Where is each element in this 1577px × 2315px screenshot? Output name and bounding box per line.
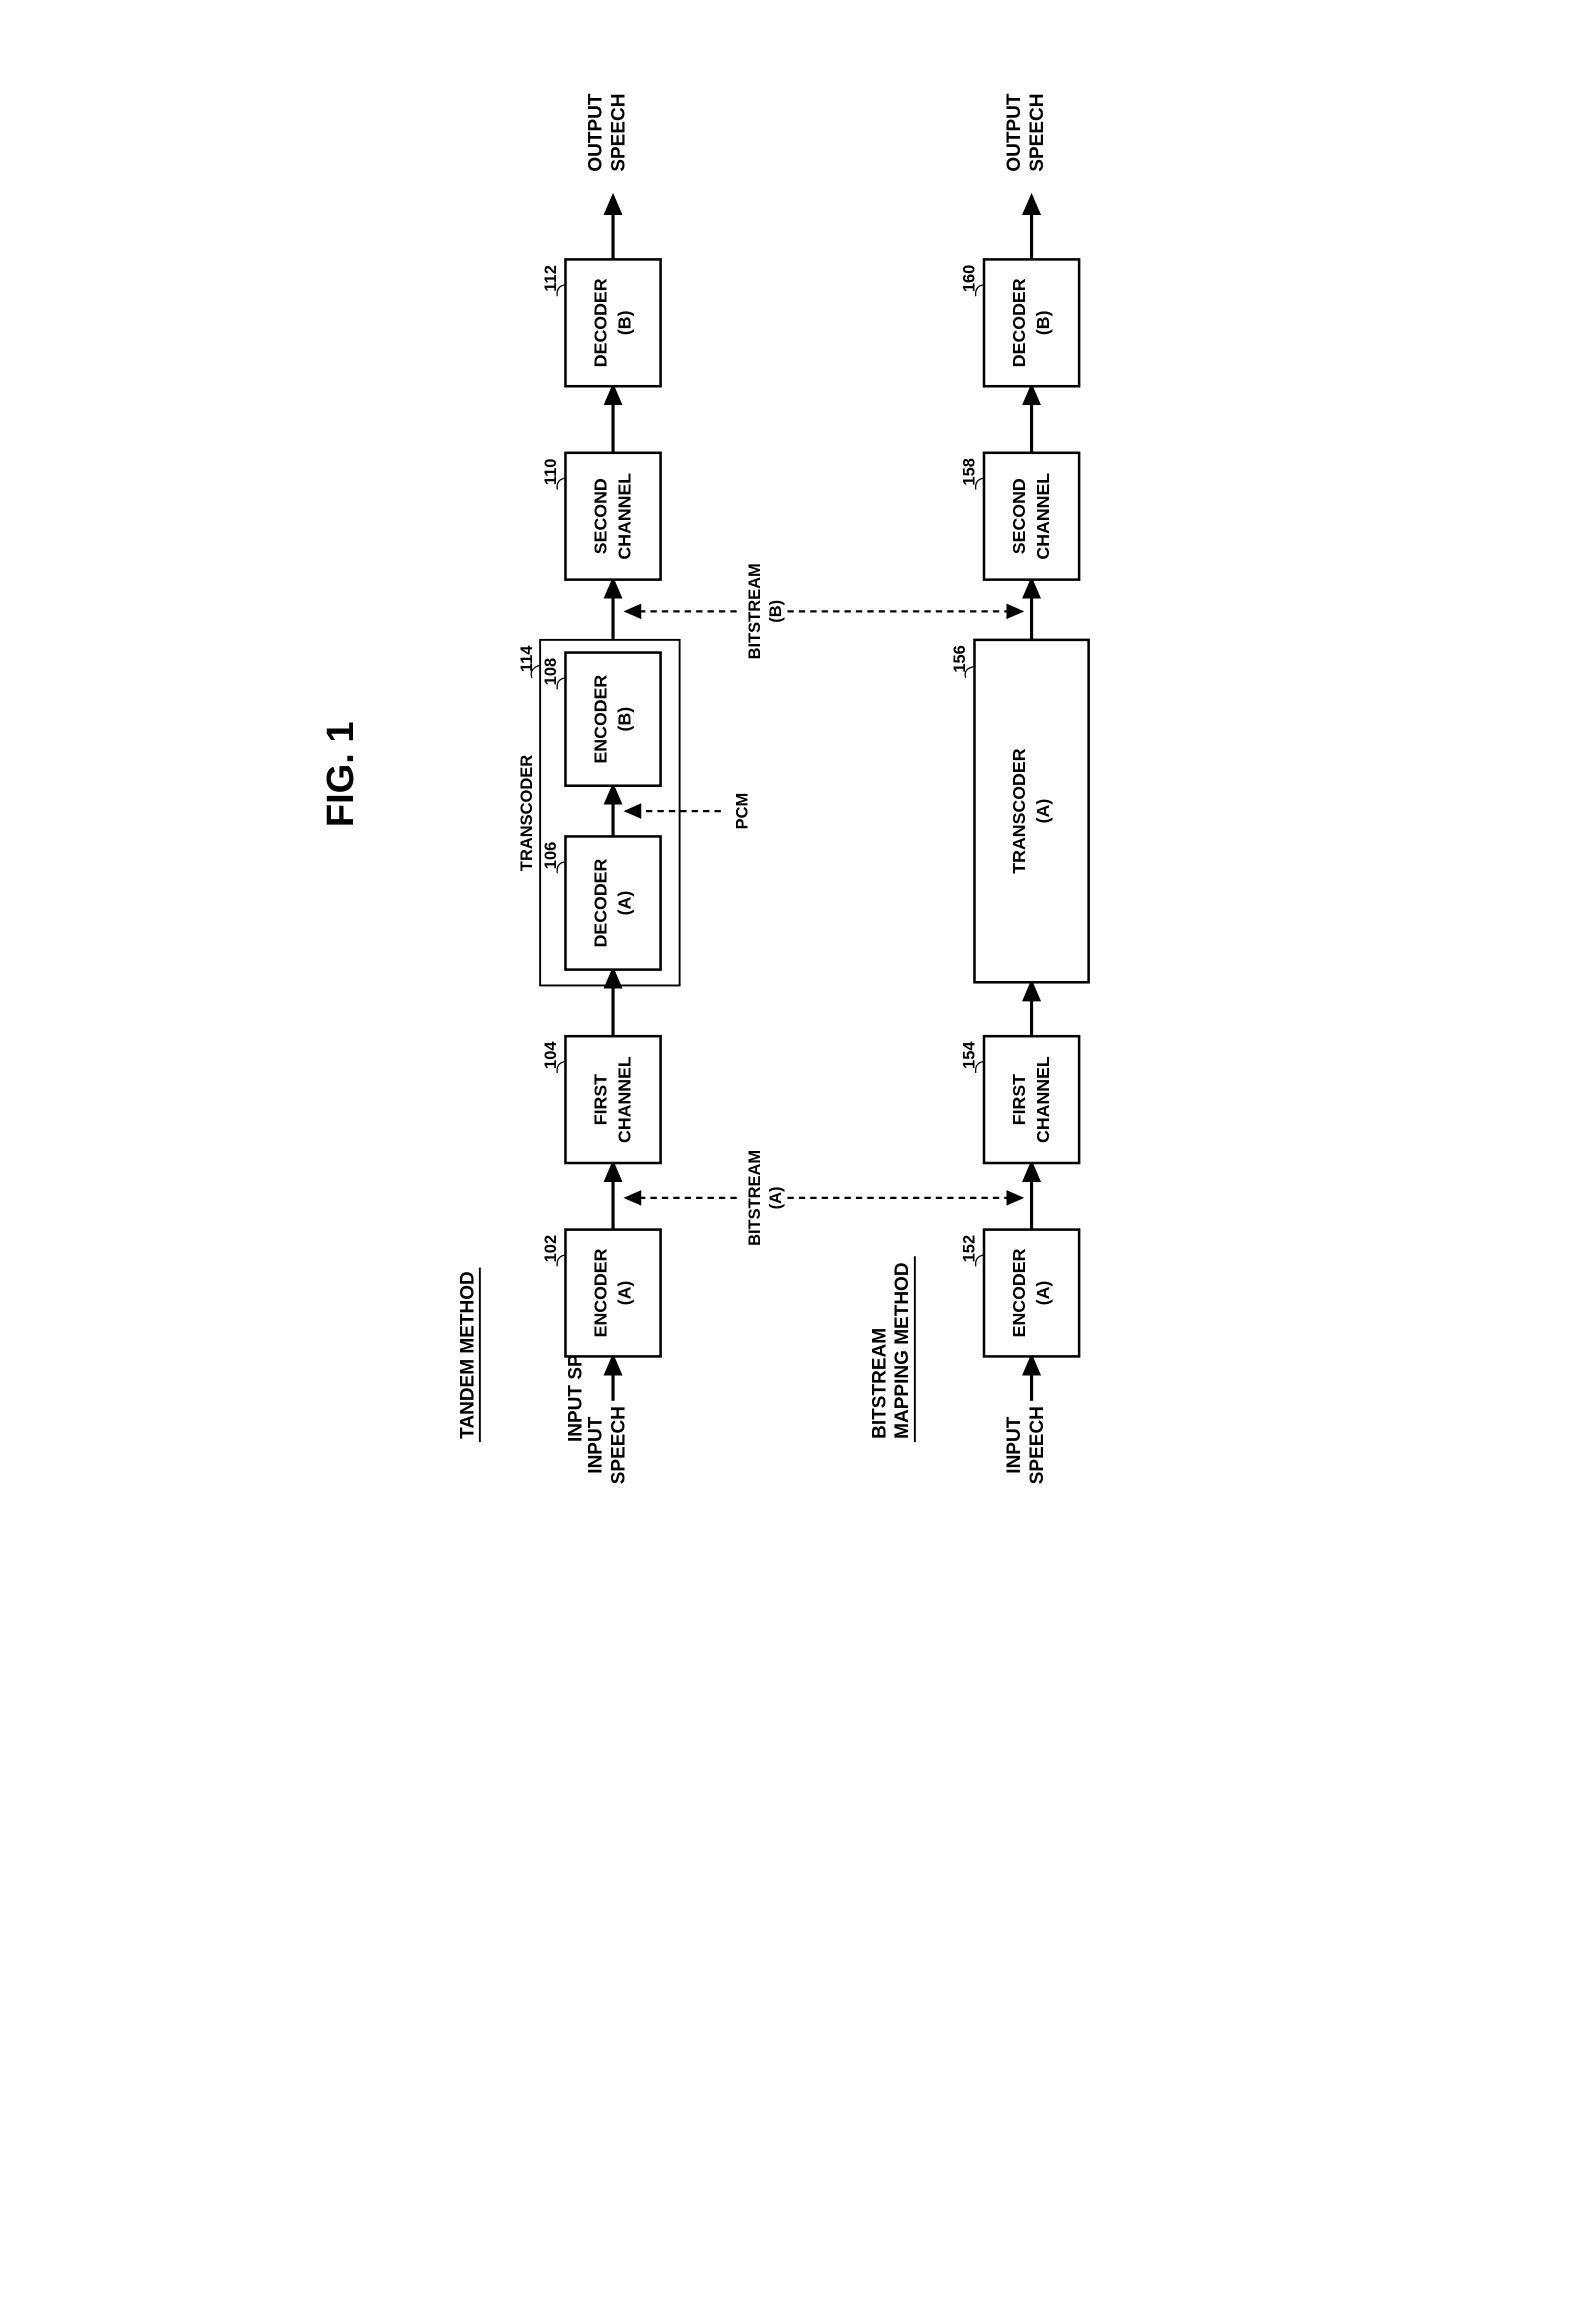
first-ch-l2: CHANNEL — [614, 1056, 634, 1143]
tandem-output-2: SPEECH — [608, 93, 629, 171]
bm-first-l1: FIRST — [1008, 1074, 1028, 1125]
second-ch-l2: CHANNEL — [614, 473, 634, 560]
ref-104: 104 — [541, 1041, 559, 1069]
ref-160: 160 — [960, 265, 978, 292]
encoder-a-l2: (A) — [614, 1281, 634, 1306]
tandem-output-1: OUTPUT — [585, 93, 606, 172]
ref-102: 102 — [541, 1235, 559, 1262]
encoder-b-box — [565, 653, 660, 786]
bitstream-b-l2: (B) — [766, 600, 784, 623]
transcoder-label: TRANSCODER — [517, 755, 535, 871]
ref-112: 112 — [541, 265, 559, 292]
ref-154: 154 — [960, 1041, 978, 1069]
ref-110: 110 — [541, 459, 559, 486]
first-channel-box — [565, 1036, 660, 1163]
ref-106: 106 — [541, 842, 559, 869]
ref-108: 108 — [541, 658, 559, 685]
bm-input-1: INPUT — [1004, 1416, 1025, 1473]
figure-diagram: FIG. 1 TANDEM METHOD INPUT SPEECH ENCODE… — [289, 40, 1289, 1508]
encoder-b-l2: (B) — [614, 707, 634, 732]
bm-encoder-a-box — [983, 1230, 1078, 1357]
bm-second-ch-box — [983, 453, 1078, 580]
bitstream-a-l2: (A) — [766, 1186, 784, 1209]
bm-decB-l1: DECODER — [1008, 278, 1028, 367]
bm-encA-l1: ENCODER — [1008, 1248, 1028, 1337]
bm-output-1: OUTPUT — [1004, 93, 1025, 172]
encoder-a-l1: ENCODER — [590, 1248, 610, 1337]
bm-second-l2: CHANNEL — [1032, 473, 1052, 560]
decoder-b-l2: (B) — [614, 310, 634, 335]
bm-label-2: MAPPING METHOD — [891, 1262, 912, 1438]
ref-152: 152 — [960, 1235, 978, 1262]
ref-158: 158 — [960, 458, 978, 485]
bitstream-b-l1: BITSTREAM — [746, 563, 764, 659]
bm-first-l2: CHANNEL — [1032, 1056, 1052, 1143]
decoder-a-l2: (A) — [614, 891, 634, 916]
second-ch-l1: SECOND — [590, 478, 610, 554]
decoder-a-box — [565, 836, 660, 969]
second-channel-box — [565, 453, 660, 580]
bm-transcoder-box — [974, 640, 1088, 982]
first-ch-l1: FIRST — [590, 1074, 610, 1125]
encoder-a-box — [565, 1230, 660, 1357]
bm-encA-l2: (A) — [1032, 1281, 1052, 1306]
encoder-b-l1: ENCODER — [590, 675, 610, 764]
bm-second-l1: SECOND — [1008, 478, 1028, 554]
bm-output-2: SPEECH — [1026, 93, 1047, 171]
bm-label-1: BITSTREAM — [869, 1328, 890, 1439]
bm-decoder-b-box — [983, 259, 1078, 386]
bm-input-2: SPEECH — [1026, 1406, 1047, 1484]
ref-156: 156 — [950, 645, 968, 672]
pcm-label: PCM — [733, 793, 751, 830]
tandem-input-1: INPUT — [585, 1416, 606, 1473]
bm-first-ch-box — [983, 1036, 1078, 1163]
decoder-b-l1: DECODER — [590, 278, 610, 367]
bm-decB-l2: (B) — [1032, 310, 1052, 335]
tandem-method-label: TANDEM METHOD — [457, 1271, 478, 1439]
bm-trans-l1: TRANSCODER — [1008, 748, 1028, 873]
decoder-b-box — [565, 259, 660, 386]
bm-trans-l2: (A) — [1032, 799, 1052, 824]
figure-title: FIG. 1 — [320, 721, 362, 827]
bitstream-a-l1: BITSTREAM — [746, 1150, 764, 1246]
tandem-input-2: SPEECH — [608, 1406, 629, 1484]
decoder-a-l1: DECODER — [590, 858, 610, 947]
